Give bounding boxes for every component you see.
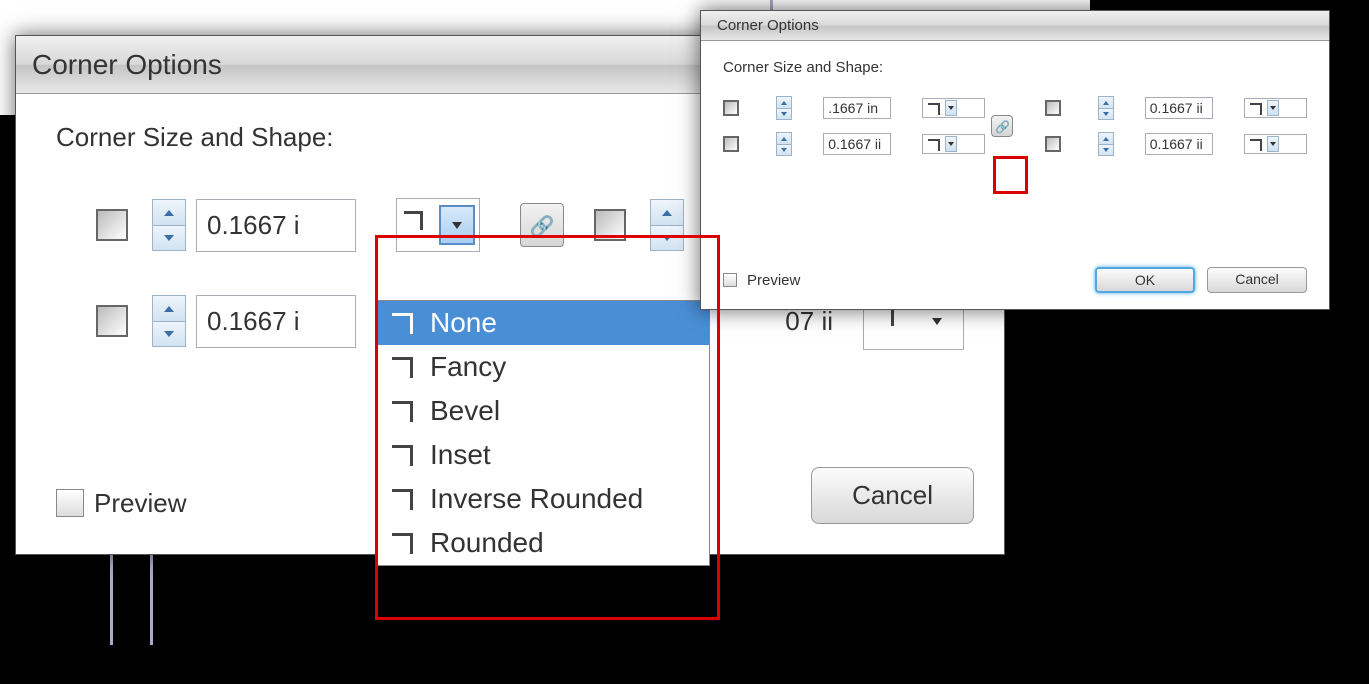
menu-label: Inset bbox=[430, 439, 491, 471]
spinner-down-icon[interactable] bbox=[777, 108, 791, 119]
cancel-button[interactable]: Cancel bbox=[1207, 267, 1307, 293]
menu-item-rounded[interactable]: Rounded bbox=[376, 521, 709, 565]
spinner-up-icon[interactable] bbox=[651, 200, 683, 225]
spinner-up-icon[interactable] bbox=[1099, 133, 1113, 144]
preview-label: Preview bbox=[94, 488, 186, 519]
preview-checkbox[interactable]: Preview bbox=[723, 272, 800, 289]
menu-item-bevel[interactable]: Bevel bbox=[376, 389, 709, 433]
tl-value-input[interactable] bbox=[823, 97, 891, 119]
corner-tr-icon bbox=[1045, 100, 1061, 116]
ok-button[interactable]: OK bbox=[1095, 267, 1195, 293]
dropdown-arrow-icon[interactable] bbox=[945, 136, 957, 152]
spinner-down-icon[interactable] bbox=[651, 225, 683, 250]
corner-none-icon bbox=[386, 307, 418, 339]
spinner-up-icon[interactable] bbox=[777, 133, 791, 144]
menu-item-inverse-rounded[interactable]: Inverse Rounded bbox=[376, 477, 709, 521]
corner-rounded-icon bbox=[386, 527, 418, 559]
spinner-up-icon[interactable] bbox=[777, 97, 791, 108]
titlebar[interactable]: Corner Options bbox=[701, 11, 1329, 41]
bl-shape-dropdown[interactable] bbox=[922, 134, 985, 154]
corner-shape-icon bbox=[925, 136, 941, 152]
corner-tl-icon bbox=[723, 100, 739, 116]
br-value-input[interactable] bbox=[1145, 133, 1213, 155]
bg-guide-2 bbox=[150, 555, 153, 645]
dropdown-arrow-icon[interactable] bbox=[1267, 100, 1279, 116]
corner-inverse-rounded-icon bbox=[386, 483, 418, 515]
preview-checkbox[interactable]: Preview bbox=[56, 488, 186, 519]
corner-bl-icon bbox=[96, 305, 128, 337]
spinner-down-icon[interactable] bbox=[1099, 108, 1113, 119]
bl-spinner[interactable] bbox=[152, 295, 186, 347]
spinner-down-icon[interactable] bbox=[1099, 144, 1113, 155]
dialog-body: Corner Size and Shape: 🔗 bbox=[701, 41, 1329, 168]
br-spinner[interactable] bbox=[1098, 132, 1114, 156]
corner-bevel-icon bbox=[386, 395, 418, 427]
corner-tl-icon bbox=[96, 209, 128, 241]
spinner-up-icon[interactable] bbox=[1099, 97, 1113, 108]
corner-bl-icon bbox=[723, 136, 739, 152]
tr-spinner[interactable] bbox=[650, 199, 684, 251]
corner-br-icon bbox=[1045, 136, 1061, 152]
dialog-title: Corner Options bbox=[717, 17, 819, 34]
tl-spinner[interactable] bbox=[152, 199, 186, 251]
spinner-up-icon[interactable] bbox=[153, 296, 185, 321]
checkbox-icon[interactable] bbox=[56, 489, 84, 517]
corner-shape-icon bbox=[1247, 136, 1263, 152]
link-corners-button[interactable]: 🔗 bbox=[520, 203, 564, 247]
tr-value-input[interactable] bbox=[1145, 97, 1213, 119]
corner-shape-icon bbox=[925, 100, 941, 116]
bl-value-input[interactable] bbox=[196, 295, 356, 348]
bl-spinner[interactable] bbox=[776, 132, 792, 156]
menu-label: Fancy bbox=[430, 351, 506, 383]
cancel-button[interactable]: Cancel bbox=[811, 467, 974, 524]
corner-fancy-icon bbox=[386, 351, 418, 383]
menu-label: Rounded bbox=[430, 527, 544, 559]
preview-label: Preview bbox=[747, 272, 800, 289]
menu-item-fancy[interactable]: Fancy bbox=[376, 345, 709, 389]
corner-shape-icon bbox=[1247, 100, 1263, 116]
bg-guide-1 bbox=[110, 555, 113, 645]
spinner-down-icon[interactable] bbox=[777, 144, 791, 155]
tr-value-partial: 07 ii bbox=[785, 306, 833, 337]
corner-shape-icon bbox=[401, 208, 435, 242]
dropdown-arrow-icon[interactable] bbox=[945, 100, 957, 116]
link-corners-button[interactable]: 🔗 bbox=[991, 115, 1013, 137]
corner-tr-icon bbox=[594, 209, 626, 241]
dropdown-arrow-icon[interactable] bbox=[1267, 136, 1279, 152]
tl-spinner[interactable] bbox=[776, 96, 792, 120]
checkbox-icon[interactable] bbox=[723, 273, 737, 287]
tl-value-input[interactable] bbox=[196, 199, 356, 252]
menu-item-inset[interactable]: Inset bbox=[376, 433, 709, 477]
br-shape-dropdown[interactable] bbox=[1244, 134, 1307, 154]
tr-spinner[interactable] bbox=[1098, 96, 1114, 120]
menu-label: Inverse Rounded bbox=[430, 483, 643, 515]
corner-options-dialog-small: Corner Options Corner Size and Shape: 🔗 bbox=[700, 10, 1330, 310]
dialog-title: Corner Options bbox=[32, 49, 222, 81]
menu-label: None bbox=[430, 307, 497, 339]
bl-value-input[interactable] bbox=[823, 133, 891, 155]
dropdown-arrow-icon[interactable] bbox=[439, 205, 475, 245]
corner-inset-icon bbox=[386, 439, 418, 471]
tr-shape-dropdown[interactable] bbox=[1244, 98, 1307, 118]
menu-item-none[interactable]: None bbox=[376, 301, 709, 345]
spinner-down-icon[interactable] bbox=[153, 321, 185, 346]
spinner-up-icon[interactable] bbox=[153, 200, 185, 225]
tl-shape-dropdown[interactable] bbox=[922, 98, 985, 118]
shape-dropdown-menu[interactable]: None Fancy Bevel Inset Inverse Rounded R… bbox=[375, 300, 710, 566]
spinner-down-icon[interactable] bbox=[153, 225, 185, 250]
section-label: Corner Size and Shape: bbox=[723, 59, 1307, 76]
tl-shape-dropdown[interactable] bbox=[396, 198, 480, 252]
menu-label: Bevel bbox=[430, 395, 500, 427]
